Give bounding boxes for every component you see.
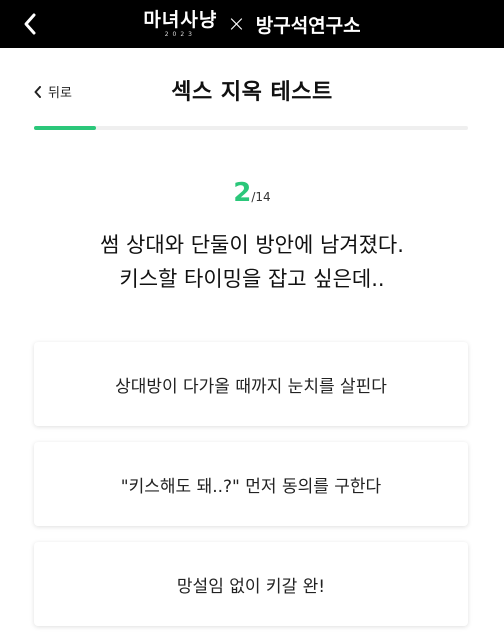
answer-option-label: 상대방이 다가올 때까지 눈치를 살핀다 (115, 376, 387, 397)
brand-main-logo: 마녀사냥 2023 (143, 8, 218, 38)
question-line-1: 썸 상대와 단둘이 방안에 남겨졌다. (100, 233, 404, 257)
brand-year: 2023 (164, 30, 196, 38)
page-header: 뒤로 섹스 지옥 테스트 (0, 48, 504, 126)
current-question-number: 2 (233, 178, 252, 208)
brand-logo: 마녀사냥 2023 × 방구석연구소 (0, 0, 504, 48)
question-counter: 2/14 (0, 178, 504, 208)
question-text: 썸 상대와 단둘이 방안에 남겨졌다. 키스할 타이밍을 잡고 싶은데.. (20, 228, 484, 296)
page-title: 섹스 지옥 테스트 (171, 80, 333, 105)
partner-name: 방구석연구소 (255, 14, 361, 37)
progress-fill (34, 126, 97, 130)
answer-option-label: "키스해도 돼..?" 먼저 동의를 구한다 (120, 476, 382, 497)
answer-option-label: 망설임 없이 키갈 완! (176, 576, 326, 597)
question-line-2: 키스할 타이밍을 잡고 싶은데.. (119, 267, 385, 291)
brand-separator: × (227, 11, 246, 37)
answer-option-2[interactable]: "키스해도 돼..?" 먼저 동의를 구한다 (34, 442, 468, 526)
progress-bar (34, 126, 468, 130)
answer-option-1[interactable]: 상대방이 다가올 때까지 눈치를 살핀다 (34, 342, 468, 426)
top-bar: 마녀사냥 2023 × 방구석연구소 (0, 0, 504, 48)
total-question-count: 14 (255, 190, 271, 204)
brand-name: 마녀사냥 (143, 8, 218, 31)
answer-option-3[interactable]: 망설임 없이 키갈 완! (34, 542, 468, 626)
